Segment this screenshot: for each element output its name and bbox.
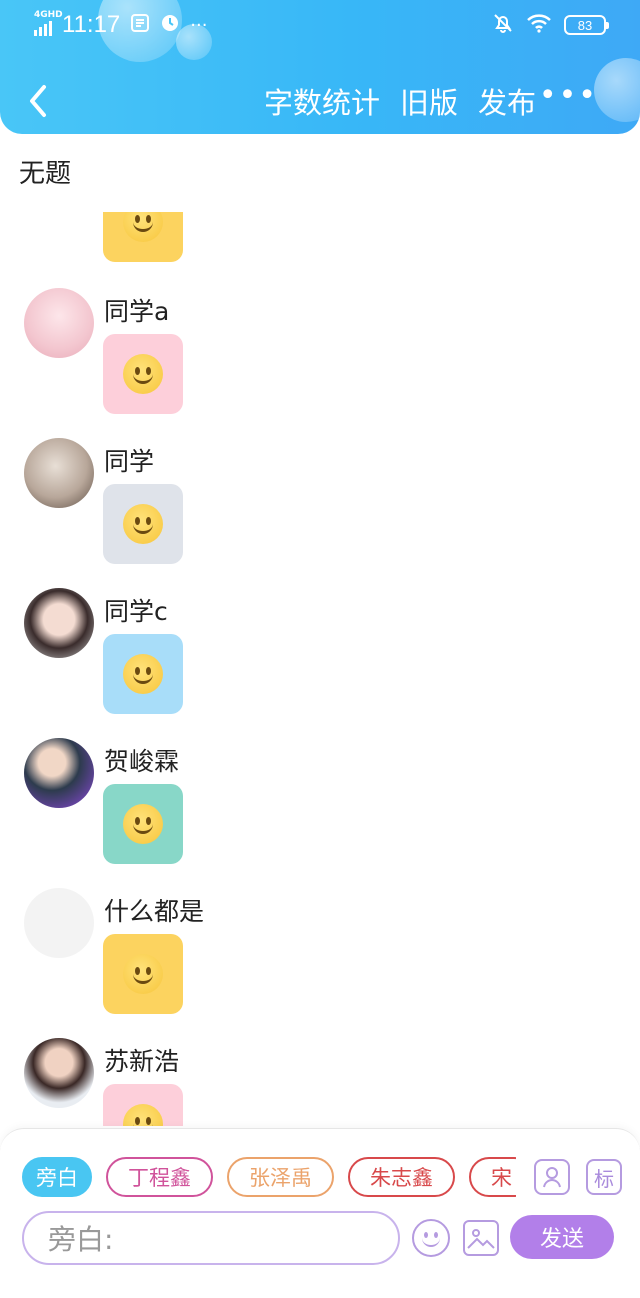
list-item[interactable]: 贺峻霖 bbox=[0, 738, 640, 888]
person-icon bbox=[543, 1167, 561, 1188]
battery-icon: 83 bbox=[564, 15, 609, 35]
more-menu-button[interactable]: ••• bbox=[539, 78, 598, 113]
emoji-message[interactable] bbox=[103, 1084, 183, 1126]
network-type: 4GHD bbox=[34, 10, 63, 20]
character-chip[interactable]: 朱志鑫 bbox=[348, 1157, 455, 1197]
smiley-emoji-icon bbox=[123, 354, 163, 394]
emoji-icon[interactable] bbox=[412, 1219, 450, 1257]
chevron-left-icon bbox=[30, 85, 46, 117]
emoji-message[interactable] bbox=[103, 212, 183, 262]
smiley-emoji-icon bbox=[123, 1104, 163, 1126]
clock: 11:17 bbox=[62, 11, 121, 38]
character-selector[interactable]: 旁白 丁程鑫 张泽禹 朱志鑫 宋 bbox=[22, 1157, 516, 1197]
status-bar: 4GHD 11:17 ··· 83 bbox=[0, 0, 640, 50]
character-manage-button[interactable] bbox=[534, 1159, 570, 1195]
character-name: 贺峻霖 bbox=[104, 747, 180, 776]
send-button[interactable]: 发送 bbox=[510, 1215, 614, 1259]
character-name: 同学 bbox=[104, 447, 155, 476]
character-name: 苏新浩 bbox=[104, 1047, 180, 1076]
old-version-button[interactable]: 旧版 bbox=[400, 80, 458, 122]
app-header: 4GHD 11:17 ··· 83 字数统计 旧版 发布 ••• bbox=[0, 0, 640, 134]
emoji-message[interactable] bbox=[103, 634, 183, 714]
avatar[interactable] bbox=[24, 1038, 94, 1108]
smiley-emoji-icon bbox=[123, 954, 163, 994]
more-notifications-icon: ··· bbox=[190, 14, 208, 36]
character-chip-narration[interactable]: 旁白 bbox=[22, 1157, 92, 1197]
avatar[interactable] bbox=[24, 888, 94, 958]
emoji-message[interactable] bbox=[103, 784, 183, 864]
bell-off-icon bbox=[492, 12, 514, 38]
character-chip[interactable]: 张泽禹 bbox=[227, 1157, 334, 1197]
character-name: 什么都是 bbox=[104, 897, 205, 926]
character-name: 同学c bbox=[104, 597, 168, 626]
back-button[interactable] bbox=[24, 82, 54, 120]
signal-icon: 4GHD bbox=[34, 10, 63, 36]
list-item[interactable]: 同学a bbox=[0, 288, 640, 438]
smiley-emoji-icon bbox=[123, 654, 163, 694]
smiley-emoji-icon bbox=[123, 804, 163, 844]
character-chip[interactable]: 丁程鑫 bbox=[106, 1157, 213, 1197]
avatar[interactable] bbox=[24, 438, 94, 508]
list-item[interactable]: 同学 bbox=[0, 438, 640, 588]
list-item[interactable]: 苏新浩 bbox=[0, 1038, 640, 1126]
image-icon[interactable] bbox=[463, 1220, 499, 1256]
publish-button[interactable]: 发布 bbox=[478, 80, 536, 122]
label-button[interactable]: 标 bbox=[586, 1159, 622, 1195]
dialogue-list[interactable]: 同学a 同学 同学c 贺峻霖 什么都是 苏新浩 bbox=[0, 212, 640, 1126]
nav-bar: 字数统计 旧版 发布 ••• bbox=[0, 66, 640, 134]
avatar[interactable] bbox=[24, 738, 94, 808]
app-notification-icon bbox=[130, 13, 150, 38]
avatar[interactable] bbox=[24, 288, 94, 358]
message-input[interactable]: 旁白: bbox=[22, 1211, 400, 1265]
emoji-message[interactable] bbox=[103, 484, 183, 564]
emoji-message[interactable] bbox=[103, 934, 183, 1014]
character-chip[interactable]: 宋 bbox=[469, 1157, 516, 1197]
composer-panel: 旁白 丁程鑫 张泽禹 朱志鑫 宋 标 旁白: 发送 bbox=[0, 1128, 640, 1298]
smiley-emoji-icon bbox=[123, 504, 163, 544]
character-name: 同学a bbox=[104, 297, 170, 326]
emoji-message[interactable] bbox=[103, 334, 183, 414]
word-count-button[interactable]: 字数统计 bbox=[264, 80, 380, 122]
story-title[interactable]: 无题 bbox=[19, 153, 71, 190]
avatar[interactable] bbox=[24, 588, 94, 658]
list-item[interactable]: 什么都是 bbox=[0, 888, 640, 1038]
smiley-emoji-icon bbox=[123, 212, 163, 242]
list-item[interactable]: 同学c bbox=[0, 588, 640, 738]
wifi-icon bbox=[526, 13, 552, 37]
timer-notification-icon bbox=[160, 13, 180, 38]
